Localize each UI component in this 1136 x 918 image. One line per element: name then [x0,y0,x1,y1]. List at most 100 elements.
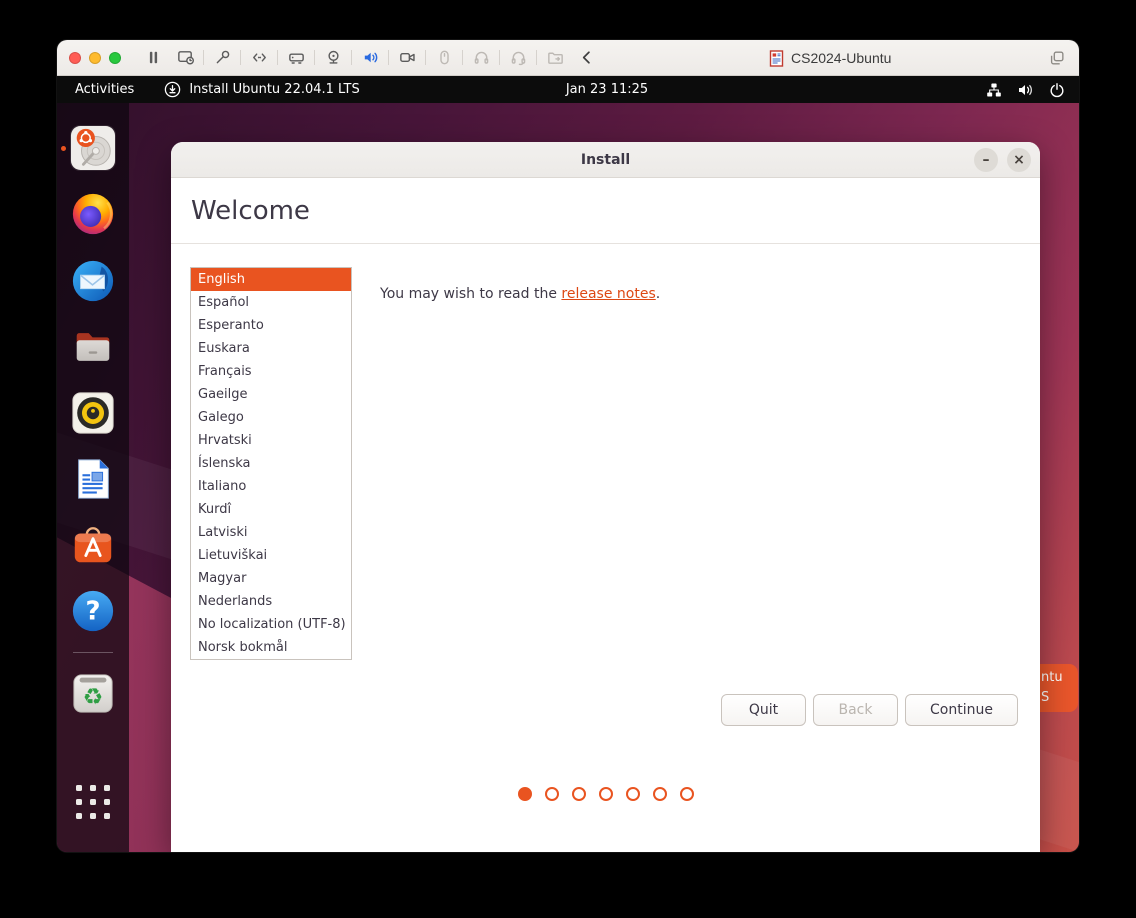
duplicate-icon[interactable] [1048,49,1066,72]
vm-title-text: CS2024-Ubuntu [791,50,892,66]
gnome-topbar: Activities Install Ubuntu 22.04.1 LTS Ja… [57,76,1079,103]
pager-dot [652,787,667,801]
pause-icon[interactable] [137,45,169,71]
quit-button[interactable]: Quit [721,694,806,726]
close-window-button[interactable] [69,51,81,64]
language-item[interactable]: Lietuviškai [191,544,351,567]
minimize-window-button[interactable] [89,51,101,64]
language-item[interactable]: Esperanto [191,314,351,337]
language-item[interactable]: Norsk bokmål [191,636,351,659]
language-item[interactable]: Hrvatski [191,429,351,452]
vm-window-title: CS2024-Ubuntu [769,40,891,76]
video-camera-icon[interactable] [391,45,423,71]
dock-item-thunderbird[interactable] [70,258,116,304]
dock-item-firefox[interactable] [70,191,116,237]
language-item[interactable]: Gaeilge [191,383,351,406]
zoom-window-button[interactable] [109,51,121,64]
action-buttons: Quit Back Continue [721,694,1018,726]
release-notes-link[interactable]: release notes [561,286,655,302]
toolbar-divider [277,50,278,65]
code-icon[interactable] [243,45,275,71]
dock-divider [73,652,113,653]
install-title: Install [580,151,631,168]
page-title: Welcome [171,178,1040,244]
dock-item-ubuntu-software[interactable] [70,522,116,568]
network-icon [987,83,1001,96]
toolbar-divider [499,50,500,65]
focused-app-menu[interactable]: Install Ubuntu 22.04.1 LTS [164,81,360,98]
pager-dot [544,787,559,801]
speaker-icon[interactable] [354,45,386,71]
minimize-icon[interactable]: – [974,148,998,172]
help-icon: ? [72,590,114,632]
close-icon[interactable]: × [1007,148,1031,172]
toolbar-divider [536,50,537,65]
language-item[interactable]: Français [191,360,351,383]
ubuntu-installer-icon [70,125,116,171]
back-chevron-icon[interactable] [571,45,603,71]
mac-titlebar: CS2024-Ubuntu [57,40,1079,76]
show-applications-button[interactable] [72,781,114,823]
pager-dot [679,787,694,801]
dock-item-rhythmbox[interactable] [70,390,116,436]
toolbar-divider [203,50,204,65]
headphones-icon[interactable] [465,45,497,71]
webcam-icon[interactable] [317,45,349,71]
install-window-controls: – × [974,148,1031,172]
continue-button[interactable]: Continue [905,694,1018,726]
install-titlebar[interactable]: Install – × [171,142,1040,178]
install-window: Install – × Welcome English Español Espe… [171,142,1040,852]
running-indicator-dot [61,146,66,151]
language-item[interactable]: Euskara [191,337,351,360]
dock-item-trash[interactable]: ♻ [70,670,116,716]
toolbar-divider [462,50,463,65]
shared-folder-icon[interactable] [539,45,571,71]
language-item[interactable]: Íslenska [191,452,351,475]
power-icon [1050,82,1064,97]
vm-toolbar [137,45,603,71]
language-item[interactable]: Latviski [191,521,351,544]
language-item[interactable]: Magyar [191,567,351,590]
dock-item-files[interactable] [70,324,116,370]
svg-text:?: ? [85,597,100,627]
page-indicator [517,787,694,801]
pager-dot [625,787,640,801]
language-item[interactable]: Italiano [191,475,351,498]
language-item-selected[interactable]: English [191,268,351,291]
language-item[interactable]: Nederlands [191,590,351,613]
release-notes-text: You may wish to read the release notes. [380,286,660,302]
language-item[interactable]: Galego [191,406,351,429]
drive-icon[interactable] [280,45,312,71]
pager-dot [571,787,586,801]
focused-app-title: Install Ubuntu 22.04.1 LTS [189,82,360,97]
clock[interactable]: Jan 23 11:25 [566,82,648,97]
vm-document-icon [769,49,784,67]
dock-item-libreoffice-writer[interactable] [70,456,116,502]
desktop-label-line2: S [1041,690,1050,705]
pager-dot-current [517,787,532,801]
display-restart-icon[interactable] [169,45,201,71]
mouse-icon[interactable] [428,45,460,71]
svg-text:♻: ♻ [83,685,104,711]
language-item[interactable]: Kurdî [191,498,351,521]
thunderbird-icon [72,260,114,302]
files-icon [76,333,110,361]
desktop: ? ♻ ntu S Install – × Welcome English Es… [57,103,1079,852]
system-status-area[interactable] [986,76,1065,103]
activities-button[interactable]: Activities [57,76,152,103]
language-item[interactable]: Español [191,291,351,314]
toolbar-divider [388,50,389,65]
dock: ? ♻ [57,103,129,852]
volume-icon [1019,84,1032,95]
headphones-mic-icon[interactable] [502,45,534,71]
dock-item-ubuntu-installer[interactable] [61,125,116,171]
wrench-icon[interactable] [206,45,238,71]
language-item[interactable]: No localization (UTF-8) [191,613,351,636]
install-content: English Español Esperanto Euskara França… [171,244,1040,852]
dock-item-help[interactable]: ? [70,588,116,634]
toolbar-divider [314,50,315,65]
back-button[interactable]: Back [813,694,898,726]
toolbar-divider [425,50,426,65]
ubuntu-screen: Activities Install Ubuntu 22.04.1 LTS Ja… [57,76,1079,852]
language-list[interactable]: English Español Esperanto Euskara França… [190,267,352,660]
